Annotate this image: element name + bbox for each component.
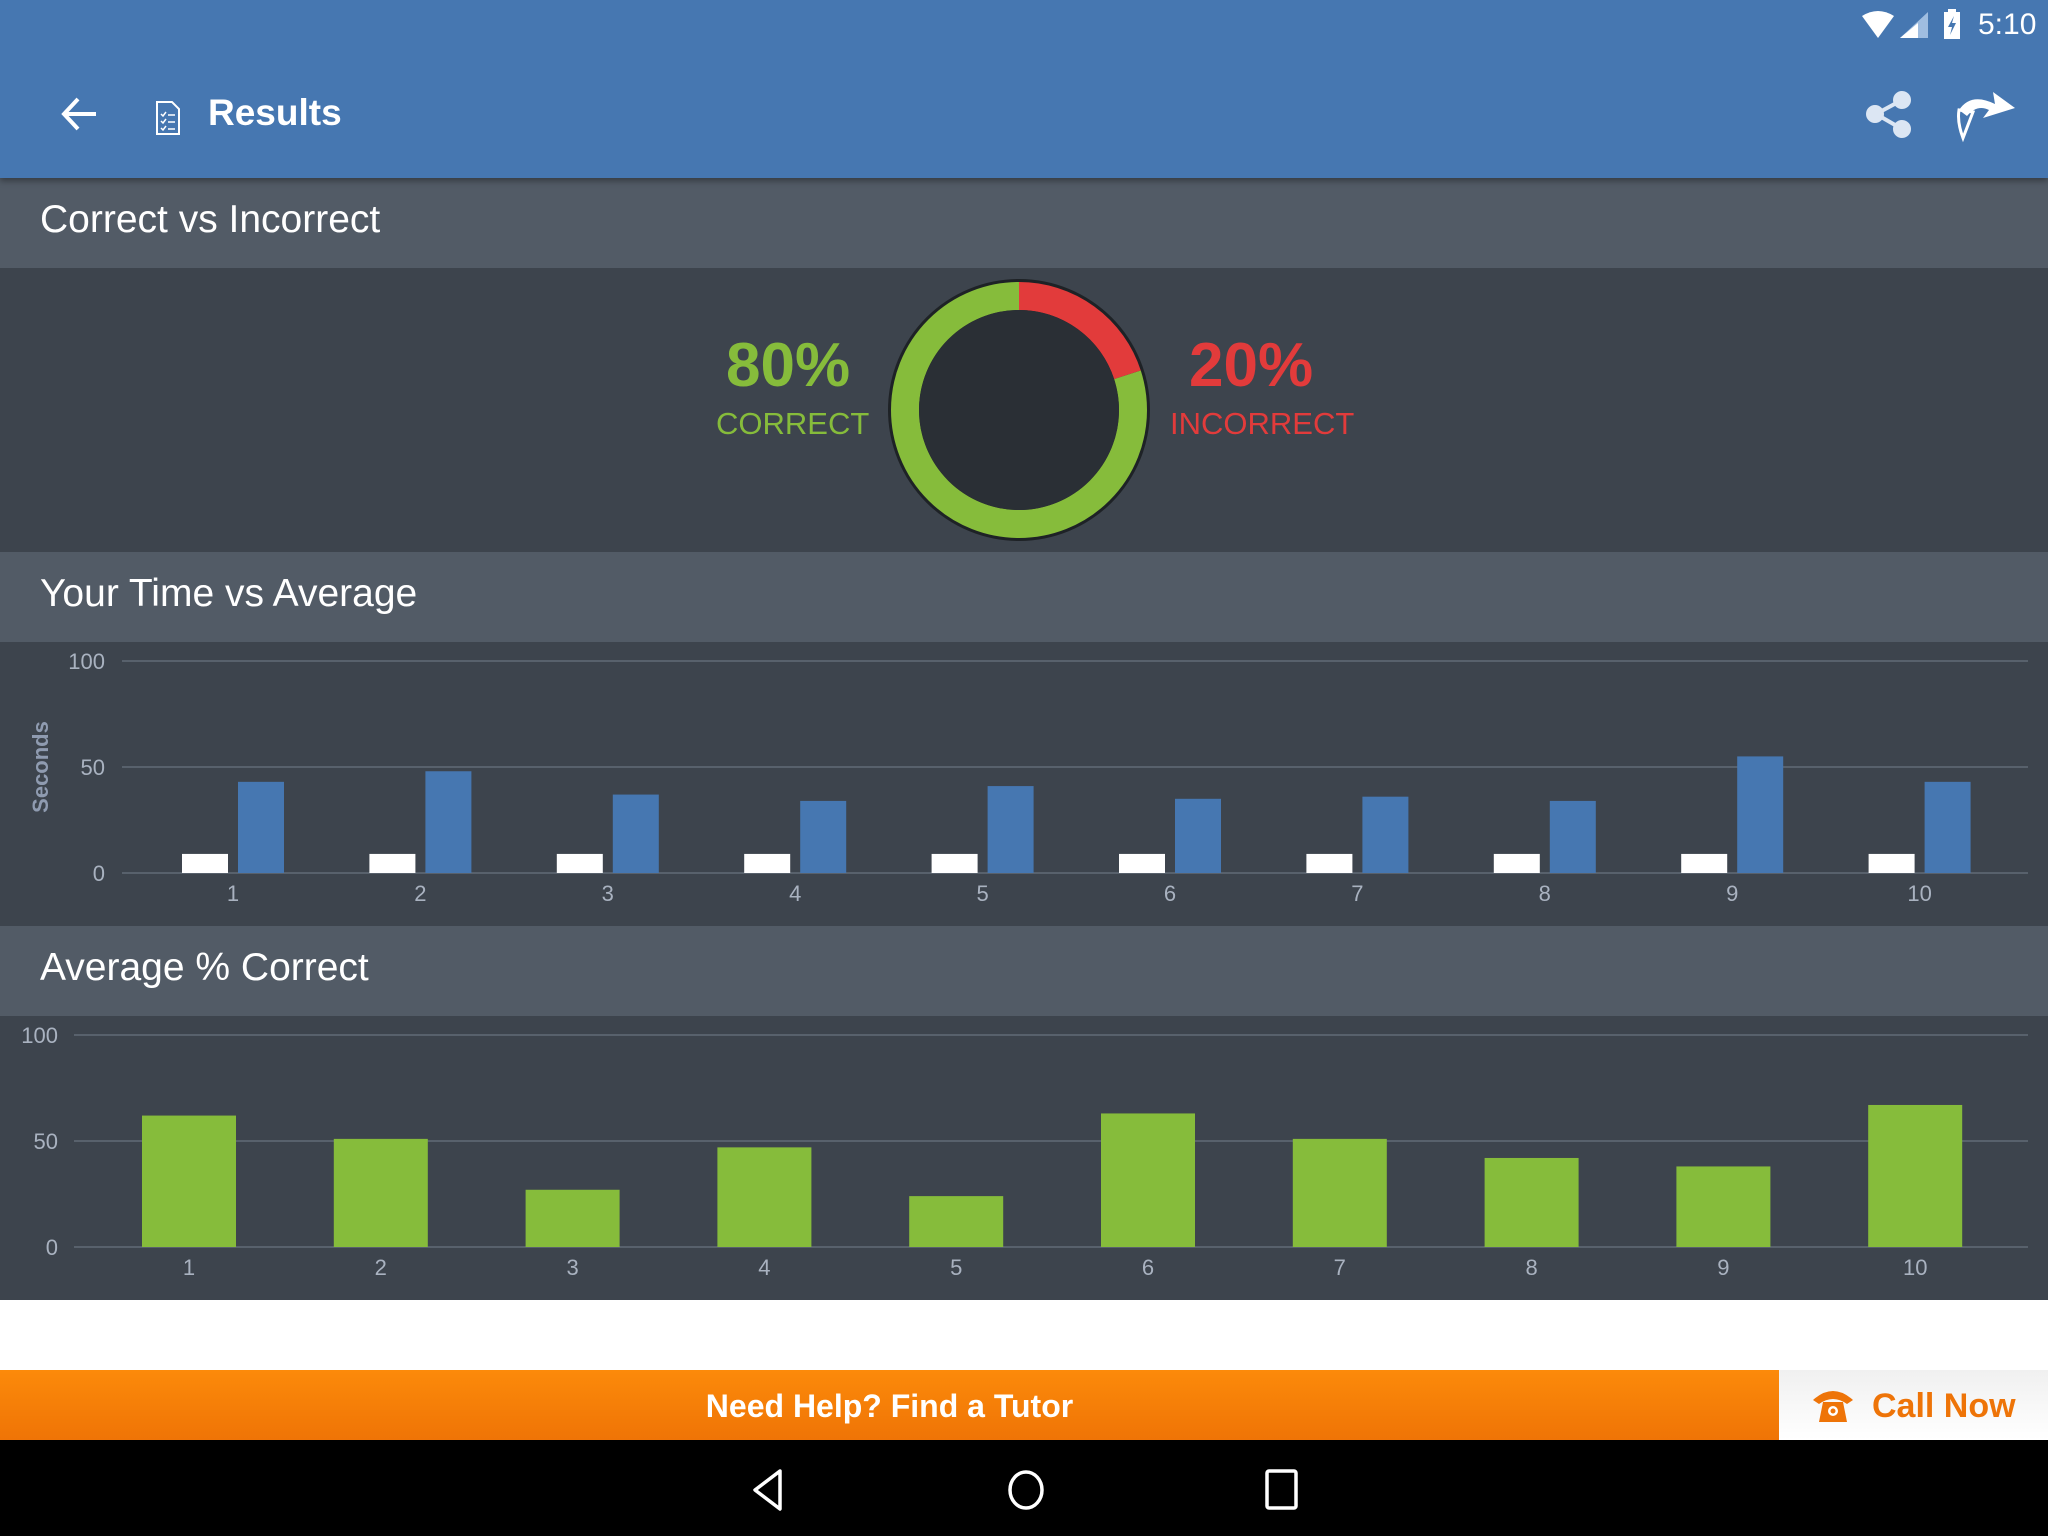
battery-charging-icon <box>1944 9 1960 39</box>
bar-average-correct <box>525 1189 620 1247</box>
x-tick-label: 1 <box>183 1255 195 1280</box>
section-title: Correct vs Incorrect <box>40 198 381 241</box>
system-nav-bar <box>0 1440 2048 1536</box>
bar-average-correct <box>1484 1157 1579 1247</box>
call-now-button[interactable]: Call Now <box>1779 1370 2048 1440</box>
bar-average-correct <box>909 1196 1004 1247</box>
section-header-time-vs-average: Your Time vs Average <box>0 552 2048 642</box>
bar-your-time <box>1119 853 1165 873</box>
page-title: Results <box>208 92 342 133</box>
bar-average <box>612 794 659 873</box>
bar-your-time <box>744 853 791 873</box>
x-tick-label: 1 <box>227 881 239 906</box>
x-tick-label: 7 <box>1334 1255 1346 1280</box>
bar-average-correct <box>1101 1113 1195 1247</box>
bar-average <box>987 786 1034 873</box>
bar-average-correct <box>1292 1138 1387 1247</box>
home-nav-button[interactable] <box>1005 1468 1047 1512</box>
bar-average-correct <box>1868 1104 1963 1247</box>
recents-nav-icon <box>1265 1469 1298 1510</box>
bar-your-time <box>1306 853 1353 873</box>
x-tick-label: 9 <box>1726 881 1738 906</box>
phone-icon <box>1813 1391 1853 1422</box>
x-tick-label: 7 <box>1351 881 1363 906</box>
section-title: Your Time vs Average <box>40 572 418 615</box>
x-tick-label: 4 <box>758 1255 770 1280</box>
x-tick-label: 2 <box>375 1255 387 1280</box>
share-icon <box>1866 91 1911 138</box>
bar-average <box>1924 781 1971 873</box>
status-time: 5:10 <box>1978 8 2037 41</box>
home-nav-icon <box>1008 1470 1044 1510</box>
incorrect-percent: 20% <box>1189 331 1314 400</box>
x-tick-label: 10 <box>1907 881 1931 906</box>
average-correct-panel: 0 50 100 1 2 3 4 5 6 7 8 9 10 <box>0 1016 2048 1300</box>
x-tick-label: 3 <box>602 881 614 906</box>
section-header-average-correct: Average % Correct <box>0 926 2048 1016</box>
donut-hole <box>919 310 1119 510</box>
bar-average-correct <box>142 1115 236 1247</box>
bar-your-time <box>1681 853 1728 873</box>
correct-percent: 80% <box>726 331 851 400</box>
forward-button[interactable] <box>1955 88 2021 144</box>
x-tick-label: 9 <box>1717 1255 1729 1280</box>
x-tick-label: 4 <box>789 881 801 906</box>
x-tick-label: 6 <box>1164 881 1176 906</box>
time-vs-average-chart: 0 50 100 Seconds 1 2 3 4 5 6 7 8 9 10 <box>28 649 2028 906</box>
y-tick-label: 100 <box>21 1023 58 1048</box>
ad-space <box>0 1300 2048 1370</box>
bar-average <box>1737 756 1784 873</box>
back-nav-icon <box>753 1469 782 1511</box>
bar-your-time <box>182 853 228 873</box>
bar-your-time <box>1868 853 1915 873</box>
average-correct-chart: 0 50 100 1 2 3 4 5 6 7 8 9 10 <box>21 1023 2028 1280</box>
bar-your-time <box>931 853 978 873</box>
share-button[interactable] <box>1864 90 1914 140</box>
call-now-label: Call Now <box>1872 1387 2016 1425</box>
incorrect-label: INCORRECT <box>1170 406 1355 441</box>
x-tick-label: 5 <box>976 881 988 906</box>
y-tick-label: 100 <box>68 649 105 674</box>
checklist-document-icon <box>156 101 180 135</box>
x-tick-label: 8 <box>1525 1255 1537 1280</box>
find-tutor-button[interactable]: Need Help? Find a Tutor <box>0 1370 1779 1440</box>
bar-average <box>1549 800 1596 873</box>
section-header-correct-vs-incorrect: Correct vs Incorrect <box>0 178 2048 268</box>
correct-vs-incorrect-panel: 80% CORRECT 20% INCORRECT <box>0 268 2048 552</box>
back-button[interactable] <box>60 96 100 132</box>
recents-nav-button[interactable] <box>1264 1468 1300 1512</box>
arrow-left-icon <box>61 97 96 131</box>
app-bar: 5:10 Results <box>0 0 2048 178</box>
bar-your-time <box>369 853 416 873</box>
bar-average <box>1175 798 1221 873</box>
x-tick-label: 6 <box>1142 1255 1154 1280</box>
bar-average <box>238 781 284 873</box>
bar-average <box>800 800 847 873</box>
bar-your-time <box>556 853 603 873</box>
time-vs-average-panel: 0 50 100 Seconds 1 2 3 4 5 6 7 8 9 10 <box>0 642 2048 926</box>
wifi-icon <box>1862 11 1894 38</box>
y-tick-label: 0 <box>93 861 105 886</box>
y-tick-label: 50 <box>34 1129 58 1154</box>
forward-arrow-icon <box>1957 92 2015 143</box>
bar-average-correct <box>333 1138 428 1247</box>
x-tick-label: 3 <box>566 1255 578 1280</box>
x-tick-label: 2 <box>414 881 426 906</box>
x-tick-label: 8 <box>1539 881 1551 906</box>
back-nav-button[interactable] <box>750 1468 786 1512</box>
bar-average <box>1362 796 1409 873</box>
bar-average-correct <box>717 1147 812 1247</box>
bar-average <box>425 771 472 873</box>
bar-your-time <box>1493 853 1540 873</box>
y-tick-label: 50 <box>81 755 105 780</box>
x-tick-label: 5 <box>950 1255 962 1280</box>
donut-chart <box>888 279 1150 541</box>
x-tick-label: 10 <box>1903 1255 1927 1280</box>
y-tick-label: 0 <box>46 1235 58 1260</box>
bar-average-correct <box>1676 1166 1771 1247</box>
correct-label: CORRECT <box>716 406 870 441</box>
y-axis-label: Seconds <box>28 721 53 813</box>
find-tutor-label: Need Help? Find a Tutor <box>705 1388 1074 1424</box>
section-title: Average % Correct <box>40 946 369 989</box>
